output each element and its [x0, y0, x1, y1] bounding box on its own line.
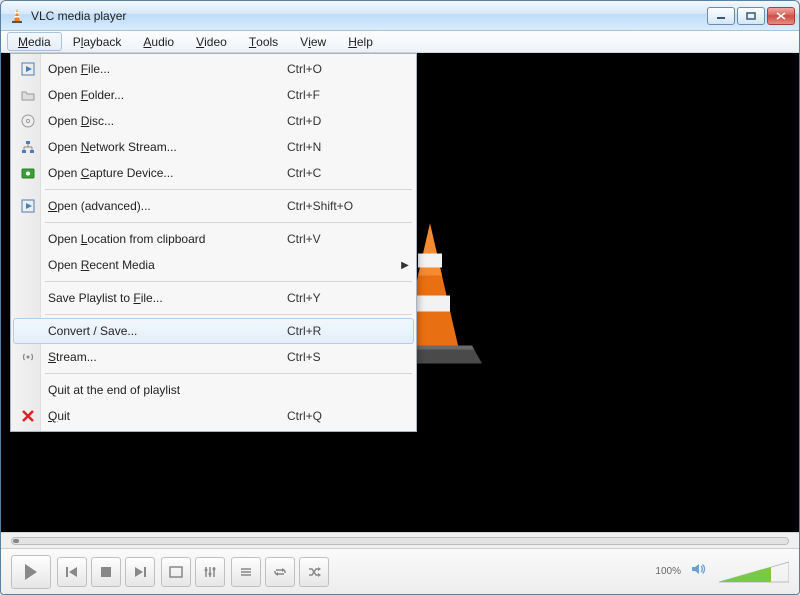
window-controls	[707, 7, 795, 25]
menu-item-label: Open Folder...	[42, 88, 287, 102]
extended-settings-button[interactable]	[195, 557, 225, 587]
menu-separator	[45, 314, 412, 315]
menu-item-accelerator: Ctrl+N	[287, 140, 397, 154]
titlebar: VLC media player	[1, 1, 799, 31]
menu-item-stream[interactable]: Stream...Ctrl+S	[13, 344, 414, 370]
menu-item-label: Open Capture Device...	[42, 166, 287, 180]
menu-item-accelerator: Ctrl+Q	[287, 409, 397, 423]
menu-help[interactable]: Help	[337, 32, 384, 51]
menu-item-open-location-from-clipboard[interactable]: Open Location from clipboardCtrl+V	[13, 226, 414, 252]
volume-slider[interactable]	[719, 560, 789, 584]
previous-button[interactable]	[57, 557, 87, 587]
menu-item-label: Open (advanced)...	[42, 199, 287, 213]
menu-item-accelerator: Ctrl+V	[287, 232, 397, 246]
folder-icon	[14, 89, 42, 101]
shuffle-button[interactable]	[299, 557, 329, 587]
menubar: MediaPlaybackAudioVideoToolsViewHelp	[1, 31, 799, 53]
menu-item-label: Open Location from clipboard	[42, 232, 287, 246]
menu-item-open-advanced[interactable]: Open (advanced)...Ctrl+Shift+O	[13, 193, 414, 219]
next-button[interactable]	[125, 557, 155, 587]
menu-media[interactable]: Media	[7, 32, 62, 51]
menu-separator	[45, 373, 412, 374]
capture-icon	[14, 168, 42, 179]
network-icon	[14, 140, 42, 154]
stream-icon	[14, 351, 42, 363]
disc-icon	[14, 114, 42, 128]
app-cone-icon	[9, 8, 25, 24]
menu-video[interactable]: Video	[185, 32, 238, 51]
menu-item-save-playlist-to-file[interactable]: Save Playlist to File...Ctrl+Y	[13, 285, 414, 311]
menu-item-accelerator: Ctrl+C	[287, 166, 397, 180]
seek-track[interactable]	[11, 537, 789, 545]
menu-item-quit-at-the-end-of-playlist[interactable]: Quit at the end of playlist	[13, 377, 414, 403]
menu-item-label: Stream...	[42, 350, 287, 364]
menu-item-open-network-stream[interactable]: Open Network Stream...Ctrl+N	[13, 134, 414, 160]
menu-item-accelerator: Ctrl+Y	[287, 291, 397, 305]
controls-bar: 100%	[1, 548, 799, 594]
menu-item-quit[interactable]: QuitCtrl+Q	[13, 403, 414, 429]
menu-item-accelerator: Ctrl+S	[287, 350, 397, 364]
menu-item-accelerator: Ctrl+Shift+O	[287, 199, 397, 213]
minimize-button[interactable]	[707, 7, 735, 25]
menu-playback[interactable]: Playback	[62, 32, 133, 51]
menu-item-accelerator: Ctrl+F	[287, 88, 397, 102]
menu-item-label: Open Network Stream...	[42, 140, 287, 154]
menu-item-open-disc[interactable]: Open Disc...Ctrl+D	[13, 108, 414, 134]
media-menu-dropdown: Open File...Ctrl+OOpen Folder...Ctrl+FOp…	[10, 53, 417, 432]
menu-audio[interactable]: Audio	[132, 32, 185, 51]
close-button[interactable]	[767, 7, 795, 25]
menu-separator	[45, 189, 412, 190]
menu-item-accelerator: Ctrl+R	[287, 324, 397, 338]
playlist-button[interactable]	[231, 557, 261, 587]
menu-item-label: Convert / Save...	[42, 324, 287, 338]
volume-label: 100%	[655, 566, 681, 577]
play-file-icon	[14, 62, 42, 76]
menu-item-accelerator: Ctrl+D	[287, 114, 397, 128]
menu-item-open-file[interactable]: Open File...Ctrl+O	[13, 56, 414, 82]
menu-item-label: Open Recent Media	[42, 258, 287, 272]
menu-item-label: Save Playlist to File...	[42, 291, 287, 305]
menu-item-label: Open Disc...	[42, 114, 287, 128]
submenu-arrow-icon: ▶	[397, 260, 413, 271]
menu-item-open-capture-device[interactable]: Open Capture Device...Ctrl+C	[13, 160, 414, 186]
menu-tools[interactable]: Tools	[238, 32, 289, 51]
menu-item-label: Quit at the end of playlist	[42, 383, 287, 397]
menu-item-label: Quit	[42, 409, 287, 423]
window-title: VLC media player	[31, 9, 707, 23]
menu-item-label: Open File...	[42, 62, 287, 76]
fullscreen-button[interactable]	[161, 557, 191, 587]
stop-button[interactable]	[91, 557, 121, 587]
menu-item-accelerator: Ctrl+O	[287, 62, 397, 76]
menu-item-convert-save[interactable]: Convert / Save...Ctrl+R	[13, 318, 414, 344]
maximize-button[interactable]	[737, 7, 765, 25]
seek-bar	[1, 532, 799, 548]
menu-item-open-recent-media[interactable]: Open Recent Media ▶	[13, 252, 414, 278]
play-button[interactable]	[11, 555, 51, 589]
menu-item-open-folder[interactable]: Open Folder...Ctrl+F	[13, 82, 414, 108]
menu-separator	[45, 222, 412, 223]
speaker-icon[interactable]	[691, 562, 707, 581]
app-window: VLC media player MediaPlaybackAudioVideo…	[0, 0, 800, 595]
loop-button[interactable]	[265, 557, 295, 587]
menu-separator	[45, 281, 412, 282]
quit-icon	[14, 410, 42, 422]
menu-view[interactable]: View	[289, 32, 337, 51]
play-file-icon	[14, 199, 42, 213]
